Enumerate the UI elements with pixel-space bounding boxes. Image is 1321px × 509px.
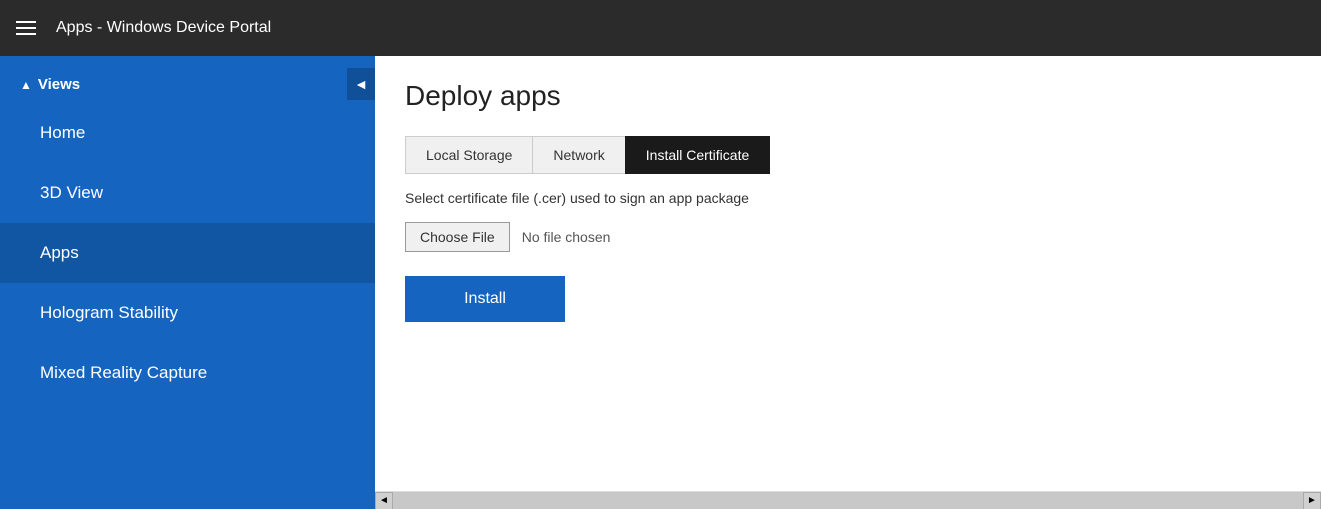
scroll-right-button[interactable]: ► bbox=[1303, 492, 1321, 509]
main-layout: ◄ ▲ Views Home 3D View Apps Hologram Sta… bbox=[0, 56, 1321, 509]
sidebar-item-3dview[interactable]: 3D View bbox=[0, 163, 375, 223]
tab-bar: Local Storage Network Install Certificat… bbox=[405, 136, 1291, 174]
sidebar: ◄ ▲ Views Home 3D View Apps Hologram Sta… bbox=[0, 56, 375, 509]
sidebar-item-label: 3D View bbox=[40, 183, 103, 202]
file-chooser-row: Choose File No file chosen bbox=[405, 222, 1291, 252]
page-title: Deploy apps bbox=[405, 80, 1291, 112]
sidebar-item-mixed-reality-capture[interactable]: Mixed Reality Capture bbox=[0, 343, 375, 403]
horizontal-scrollbar[interactable]: ◄ ► bbox=[375, 491, 1321, 509]
sidebar-toggle-button[interactable]: ◄ bbox=[347, 68, 375, 100]
tab-local-storage[interactable]: Local Storage bbox=[405, 136, 533, 174]
views-arrow-icon: ▲ bbox=[20, 78, 32, 92]
sidebar-item-apps[interactable]: Apps bbox=[0, 223, 375, 283]
scroll-left-button[interactable]: ◄ bbox=[375, 492, 393, 509]
description-text: Select certificate file (.cer) used to s… bbox=[405, 190, 1291, 206]
views-header: ▲ Views bbox=[0, 56, 375, 103]
sidebar-item-hologram-stability[interactable]: Hologram Stability bbox=[0, 283, 375, 343]
tab-install-certificate[interactable]: Install Certificate bbox=[625, 136, 770, 174]
views-label: Views bbox=[38, 76, 80, 93]
content-area: Deploy apps Local Storage Network Instal… bbox=[375, 56, 1321, 509]
topbar: Apps - Windows Device Portal bbox=[0, 0, 1321, 56]
topbar-title: Apps - Windows Device Portal bbox=[56, 19, 271, 37]
content-main: Deploy apps Local Storage Network Instal… bbox=[375, 56, 1321, 491]
sidebar-item-label: Home bbox=[40, 123, 85, 142]
sidebar-item-label: Apps bbox=[40, 243, 79, 262]
tab-network[interactable]: Network bbox=[532, 136, 625, 174]
scrollbar-track[interactable] bbox=[393, 492, 1303, 509]
hamburger-menu-icon[interactable] bbox=[16, 21, 36, 35]
choose-file-button[interactable]: Choose File bbox=[405, 222, 510, 252]
sidebar-item-label: Mixed Reality Capture bbox=[40, 363, 207, 382]
install-button[interactable]: Install bbox=[405, 276, 565, 322]
sidebar-item-home[interactable]: Home bbox=[0, 103, 375, 163]
sidebar-item-label: Hologram Stability bbox=[40, 303, 178, 322]
no-file-text: No file chosen bbox=[522, 229, 611, 245]
